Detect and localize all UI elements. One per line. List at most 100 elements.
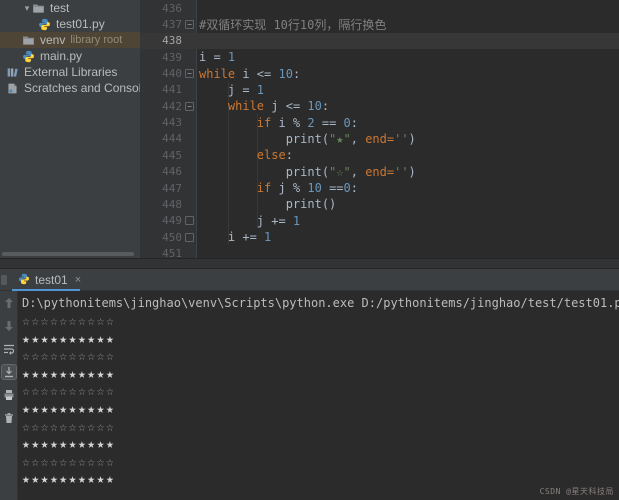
code-text: while i <= 10: <box>197 67 300 81</box>
console-output-line: ☆☆☆☆☆☆☆☆☆☆ <box>18 454 619 472</box>
code-line-451[interactable]: 451 <box>140 245 619 258</box>
line-number[interactable]: 441 <box>140 83 182 96</box>
line-number[interactable]: 437 <box>140 18 182 31</box>
fold-marker-icon[interactable]: − <box>182 20 197 29</box>
pycharm-ide-window: ▾ test test01.py venv library root main.py Ext… <box>0 0 619 500</box>
code-line-437[interactable]: 437−#双循环实现 10行10列，隔行换色 <box>140 16 619 32</box>
console-body: D:\pythonitems\jinghao\venv\Scripts\pyth… <box>0 291 619 500</box>
run-tool-window-icon[interactable] <box>1 275 7 285</box>
line-number[interactable]: 450 <box>140 231 182 244</box>
line-number[interactable]: 436 <box>140 2 182 15</box>
tree-item-label: test <box>50 1 69 15</box>
line-number[interactable]: 438 <box>140 34 182 47</box>
tree-item-label: venv <box>40 33 65 47</box>
code-text: #双循环实现 10行10列，隔行换色 <box>197 16 386 33</box>
console-output-line: ☆☆☆☆☆☆☆☆☆☆ <box>18 419 619 437</box>
tree-item-label: External Libraries <box>24 65 117 79</box>
code-line-438[interactable]: 438 <box>140 33 619 49</box>
code-line-441[interactable]: 441 j = 1 <box>140 82 619 98</box>
code-text: if j % 10 ==0: <box>197 181 358 195</box>
code-line-440[interactable]: 440−while i <= 10: <box>140 65 619 81</box>
watermark: CSDN @星天科技局 <box>540 486 614 497</box>
tree-item-test[interactable]: ▾ test <box>0 0 140 16</box>
code-line-446[interactable]: 446 print("☆", end='') <box>140 164 619 180</box>
python-file-icon <box>22 50 36 63</box>
up-arrow-icon[interactable] <box>2 296 16 310</box>
console-output-line: ☆☆☆☆☆☆☆☆☆☆ <box>18 383 619 401</box>
editor-console-splitter[interactable] <box>0 258 619 269</box>
console-output-line: ★★★★★★★★★★ <box>18 401 619 419</box>
project-panel-scrollbar[interactable] <box>2 252 134 256</box>
line-number[interactable]: 444 <box>140 132 182 145</box>
console-output-line: ★★★★★★★★★★ <box>18 331 619 349</box>
soft-wrap-icon[interactable] <box>2 342 16 356</box>
tree-item-test01-py[interactable]: test01.py <box>0 16 140 32</box>
tree-item-label: main.py <box>40 49 82 63</box>
console-output-lines: ☆☆☆☆☆☆☆☆☆☆★★★★★★★★★★☆☆☆☆☆☆☆☆☆☆★★★★★★★★★★… <box>18 313 619 489</box>
scratches-icon <box>6 82 20 95</box>
code-text: print() <box>197 197 336 211</box>
line-number[interactable]: 446 <box>140 165 182 178</box>
code-line-445[interactable]: 445 else: <box>140 147 619 163</box>
code-text: else: <box>197 148 293 162</box>
code-line-439[interactable]: 439i = 1 <box>140 49 619 65</box>
console-output-line: ★★★★★★★★★★ <box>18 471 619 489</box>
folder-icon <box>32 2 46 15</box>
code-line-448[interactable]: 448 print() <box>140 196 619 212</box>
console-toolbar <box>0 291 18 500</box>
tree-item-external-libraries[interactable]: External Libraries <box>0 64 140 80</box>
console-output[interactable]: D:\pythonitems\jinghao\venv\Scripts\pyth… <box>18 291 619 500</box>
console-tab-test01[interactable]: test01 × <box>14 269 85 291</box>
close-icon[interactable]: × <box>75 274 81 286</box>
line-number[interactable]: 439 <box>140 51 182 64</box>
tree-item-label: test01.py <box>56 17 105 31</box>
code-line-447[interactable]: 447 if j % 10 ==0: <box>140 180 619 196</box>
code-line-436[interactable]: 436 <box>140 0 619 16</box>
python-file-icon <box>38 18 52 31</box>
fold-marker-icon[interactable]: − <box>182 69 197 78</box>
code-text: j = 1 <box>197 83 264 97</box>
project-tree: ▾ test test01.py venv library root main.py Ext… <box>0 0 140 96</box>
fold-marker-icon[interactable] <box>182 233 197 242</box>
code-line-443[interactable]: 443 if i % 2 == 0: <box>140 114 619 130</box>
scroll-to-end-icon[interactable] <box>2 365 16 379</box>
console-output-line: ★★★★★★★★★★ <box>18 366 619 384</box>
code-line-444[interactable]: 444 print("★", end='') <box>140 131 619 147</box>
clear-icon[interactable] <box>2 411 16 425</box>
console-command-line: D:\pythonitems\jinghao\venv\Scripts\pyth… <box>18 291 619 310</box>
tree-item-suffix: library root <box>70 34 122 46</box>
code-editor[interactable]: 436437−#双循环实现 10行10列，隔行换色438439i = 1440−… <box>140 0 619 258</box>
line-number[interactable]: 451 <box>140 247 182 258</box>
run-tool-window: test01 × D:\pythonitems\jinghao\venv\Scr… <box>0 269 619 500</box>
python-run-icon <box>18 273 30 288</box>
line-number[interactable]: 443 <box>140 116 182 129</box>
code-line-449[interactable]: 449 j += 1 <box>140 213 619 229</box>
tree-item-venv[interactable]: venv library root <box>0 32 140 48</box>
code-text: i += 1 <box>197 230 271 244</box>
line-number[interactable]: 448 <box>140 198 182 211</box>
code-line-442[interactable]: 442− while j <= 10: <box>140 98 619 114</box>
libraries-icon <box>6 66 20 79</box>
chevron-down-icon[interactable]: ▾ <box>22 3 32 14</box>
console-tab-label: test01 <box>35 273 68 287</box>
line-number[interactable]: 447 <box>140 182 182 195</box>
fold-marker-icon[interactable]: − <box>182 102 197 111</box>
line-number[interactable]: 442 <box>140 100 182 113</box>
tree-item-main-py[interactable]: main.py <box>0 48 140 64</box>
code-text: print("☆", end='') <box>197 165 416 179</box>
console-output-line: ☆☆☆☆☆☆☆☆☆☆ <box>18 348 619 366</box>
line-number[interactable]: 449 <box>140 214 182 227</box>
code-text: j += 1 <box>197 214 300 228</box>
tree-item-scratches-and-consoles[interactable]: Scratches and Consoles <box>0 80 140 96</box>
line-number[interactable]: 440 <box>140 67 182 80</box>
folder-icon <box>22 34 36 47</box>
project-tree-panel: ▾ test test01.py venv library root main.py Ext… <box>0 0 141 258</box>
down-arrow-icon[interactable] <box>2 319 16 333</box>
line-number[interactable]: 445 <box>140 149 182 162</box>
code-text: while j <= 10: <box>197 99 329 113</box>
print-icon[interactable] <box>2 388 16 402</box>
code-line-450[interactable]: 450 i += 1 <box>140 229 619 245</box>
fold-marker-icon[interactable] <box>182 216 197 225</box>
tree-item-label: Scratches and Consoles <box>24 81 141 95</box>
code-text: if i % 2 == 0: <box>197 116 358 130</box>
